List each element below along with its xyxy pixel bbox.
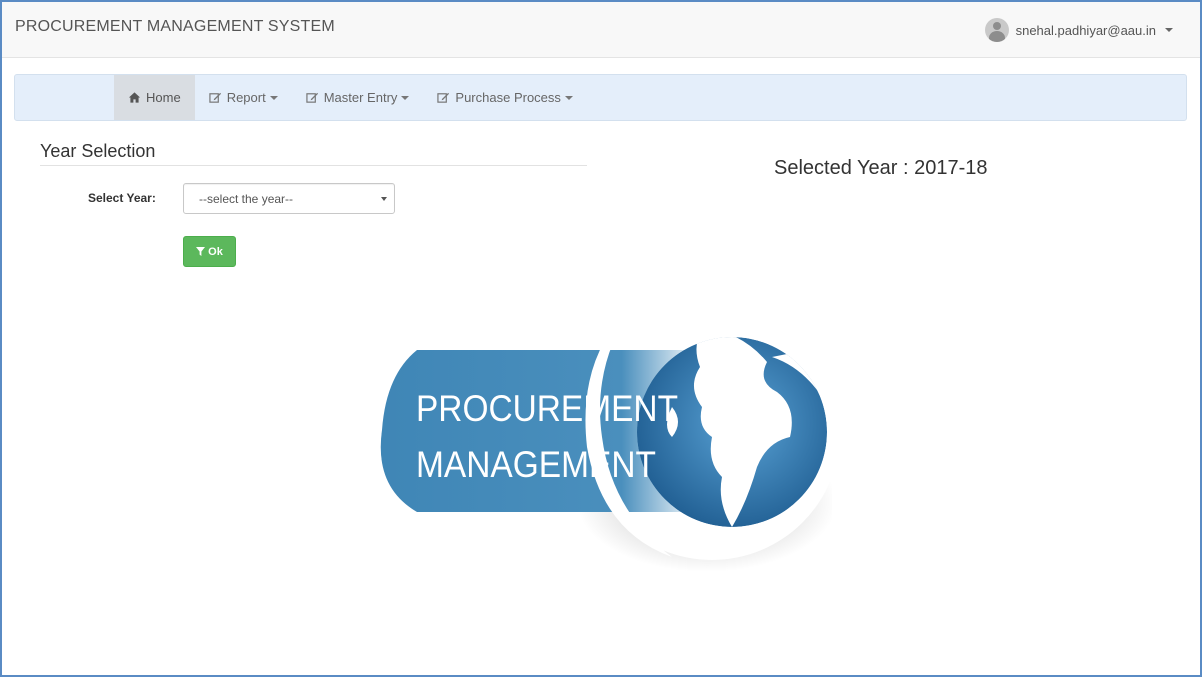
ok-button-label: Ok <box>208 245 223 258</box>
year-select-value: --select the year-- <box>199 192 294 206</box>
user-avatar-icon <box>984 18 1009 42</box>
year-select[interactable]: --select the year-- <box>183 183 395 214</box>
edit-icon <box>209 92 221 103</box>
app-title: PROCUREMENT MANAGEMENT SYSTEM <box>15 18 335 35</box>
ok-button[interactable]: Ok <box>183 236 236 267</box>
app-window: PROCUREMENT MANAGEMENT SYSTEM snehal.pad… <box>0 0 1202 677</box>
edit-icon <box>306 92 318 103</box>
procurement-management-logo: PROCUREMENT MANAGEMENT <box>380 304 832 572</box>
home-icon <box>128 92 141 103</box>
dropdown-arrow-icon <box>381 197 387 201</box>
user-menu[interactable]: snehal.padhiyar@aau.in <box>984 18 1173 42</box>
nav-item-report[interactable]: Report <box>195 75 292 120</box>
selected-year-text: Selected Year : 2017-18 <box>774 157 988 179</box>
main-navbar: Home Report Master Entry Purchase Proces… <box>14 74 1187 121</box>
nav-item-master-entry[interactable]: Master Entry <box>292 75 424 120</box>
section-title: Year Selection <box>40 141 156 161</box>
nav-item-purchase-process[interactable]: Purchase Process <box>423 75 587 120</box>
nav-item-label: Home <box>146 90 181 105</box>
chevron-down-icon <box>269 95 278 100</box>
top-header: PROCUREMENT MANAGEMENT SYSTEM snehal.pad… <box>2 2 1200 58</box>
nav-item-label: Purchase Process <box>455 90 561 105</box>
nav-item-label: Master Entry <box>323 90 398 105</box>
nav-item-home[interactable]: Home <box>114 75 195 120</box>
divider <box>40 165 587 166</box>
edit-icon <box>437 92 450 103</box>
logo-line1: PROCUREMENT <box>416 388 678 429</box>
user-email: snehal.padhiyar@aau.in <box>1015 22 1156 38</box>
chevron-down-icon <box>1165 28 1173 32</box>
chevron-down-icon <box>401 95 410 100</box>
chevron-down-icon <box>564 95 573 100</box>
nav-item-label: Report <box>226 90 266 105</box>
logo-line2: MANAGEMENT <box>416 444 656 485</box>
filter-icon <box>196 247 206 256</box>
select-year-label: Select Year: <box>88 191 156 205</box>
